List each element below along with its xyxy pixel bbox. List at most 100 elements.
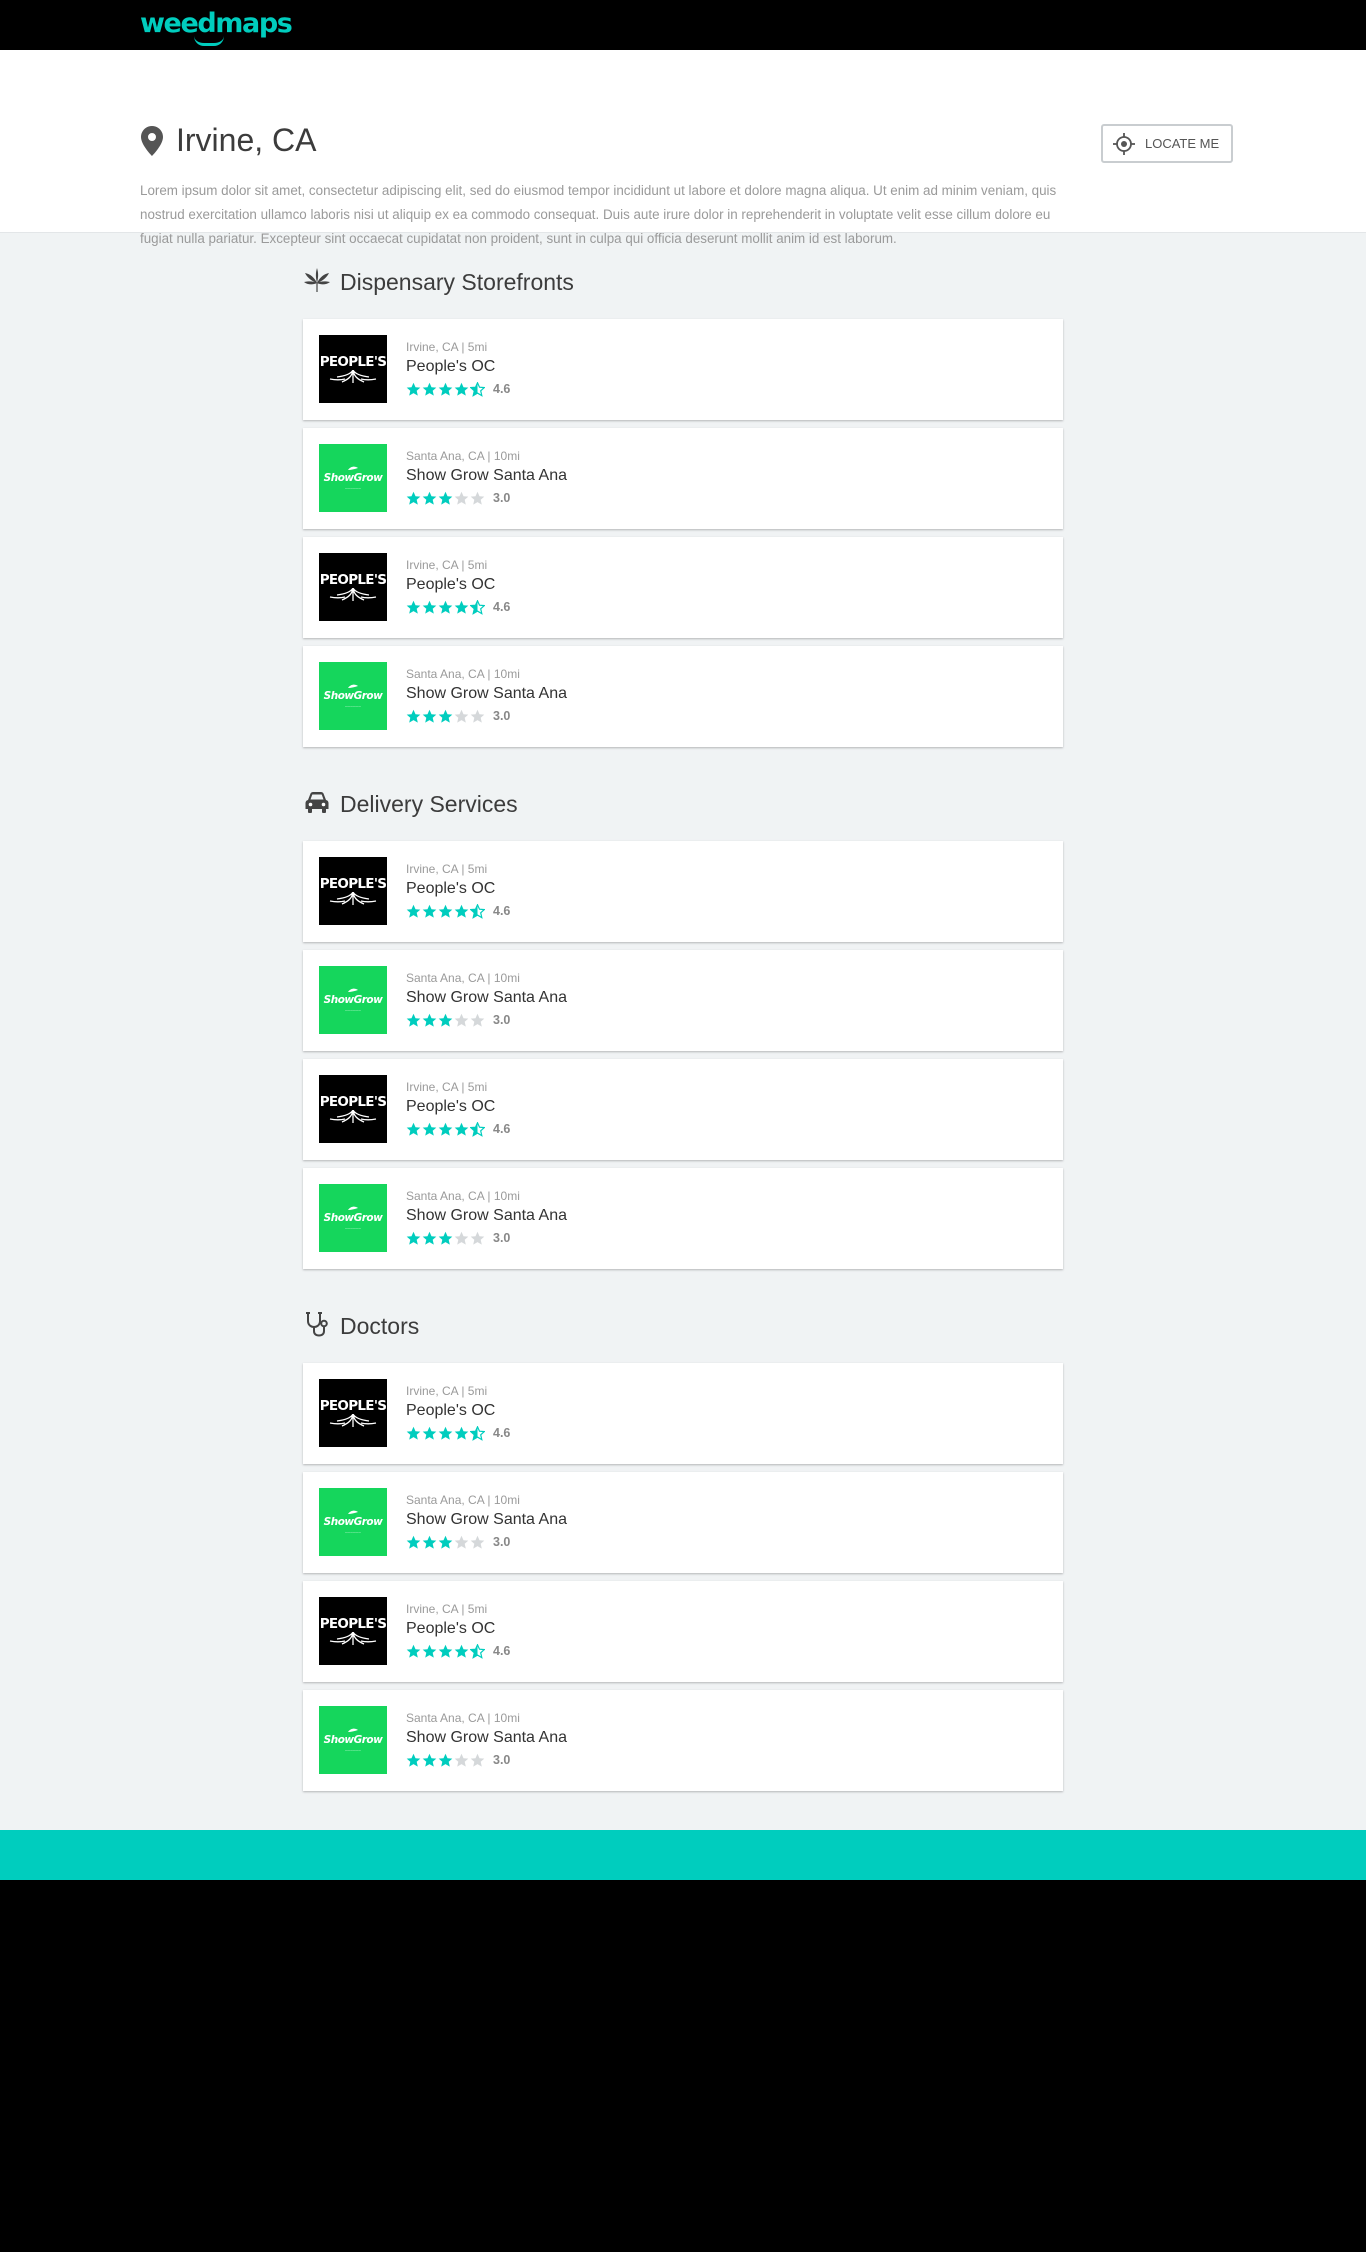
logo-tagline-mark: ──────: [344, 704, 362, 709]
listing-name[interactable]: Show Grow Santa Ana: [406, 1727, 567, 1749]
star-icon: [438, 382, 453, 396]
star-icon: [454, 709, 469, 723]
section-dispensary-storefronts: Dispensary Storefronts PEOPLE'S Irvine, …: [303, 233, 1063, 747]
rating: 3.0: [406, 1011, 567, 1029]
star-icon: [406, 382, 421, 396]
rating: 4.6: [406, 380, 510, 398]
listing-card[interactable]: ShowGrow ────── Santa Ana, CA | 10mi Sho…: [303, 1472, 1063, 1573]
listing-name[interactable]: People's OC: [406, 574, 510, 596]
logo-smile-icon: [194, 36, 224, 46]
listing-card[interactable]: PEOPLE'S Irvine, CA | 5mi People's OC 4.…: [303, 1059, 1063, 1160]
listing-info: Irvine, CA | 5mi People's OC 4.6: [406, 861, 510, 920]
star-icon: [454, 904, 469, 918]
locate-me-button[interactable]: LOCATE ME: [1101, 124, 1233, 163]
listing-card[interactable]: PEOPLE'S Irvine, CA | 5mi People's OC 4.…: [303, 841, 1063, 942]
listing-card[interactable]: PEOPLE'S Irvine, CA | 5mi People's OC 4.…: [303, 319, 1063, 420]
star-icon: [470, 381, 485, 397]
logo-wordmark: ShowGrow: [323, 993, 383, 1006]
star-rating: [406, 1231, 486, 1246]
showgrow-logo: ShowGrow ──────: [319, 1184, 387, 1252]
star-icon: [470, 1231, 485, 1245]
listing-name[interactable]: Show Grow Santa Ana: [406, 1509, 567, 1531]
listing-card[interactable]: PEOPLE'S Irvine, CA | 5mi People's OC 4.…: [303, 537, 1063, 638]
rating: 4.6: [406, 1642, 510, 1660]
listing-info: Irvine, CA | 5mi People's OC 4.6: [406, 557, 510, 616]
listing-card[interactable]: ShowGrow ────── Santa Ana, CA | 10mi Sho…: [303, 950, 1063, 1051]
peoples-logo: PEOPLE'S: [319, 1075, 387, 1143]
listing-card[interactable]: ShowGrow ────── Santa Ana, CA | 10mi Sho…: [303, 428, 1063, 529]
star-icon: [470, 1753, 485, 1767]
logo-wordmark: PEOPLE'S: [319, 1397, 387, 1414]
star-icon: [422, 1426, 437, 1440]
listing-name[interactable]: People's OC: [406, 356, 510, 378]
showgrow-logo: ShowGrow ──────: [319, 1488, 387, 1556]
listing-name[interactable]: People's OC: [406, 1096, 510, 1118]
roots-icon: [329, 587, 377, 601]
star-icon: [438, 1013, 453, 1027]
listing-name[interactable]: People's OC: [406, 878, 510, 900]
listing-name[interactable]: Show Grow Santa Ana: [406, 987, 567, 1009]
listing-location: Irvine, CA | 5mi: [406, 862, 488, 876]
listing-location: Irvine, CA | 5mi: [406, 1080, 488, 1094]
star-rating: [406, 709, 486, 724]
listing-card[interactable]: PEOPLE'S Irvine, CA | 5mi People's OC 4.…: [303, 1581, 1063, 1682]
footer-bottom: [0, 1880, 1366, 2252]
location-description: Lorem ipsum dolor sit amet, consectetur …: [140, 183, 1057, 246]
star-icon: [438, 1535, 453, 1549]
roots-icon: [329, 1413, 377, 1427]
listing-info: Santa Ana, CA | 10mi Show Grow Santa Ana…: [406, 970, 567, 1029]
listing-info: Irvine, CA | 5mi People's OC 4.6: [406, 1383, 510, 1442]
logo-wordmark: ShowGrow: [323, 1211, 383, 1224]
listing-location: Irvine, CA | 5mi: [406, 340, 488, 354]
top-nav-bar: weedmaps: [0, 0, 1366, 50]
rating: 3.0: [406, 707, 567, 725]
star-icon: [470, 903, 485, 919]
listing-name[interactable]: Show Grow Santa Ana: [406, 465, 567, 487]
listing-card[interactable]: ShowGrow ────── Santa Ana, CA | 10mi Sho…: [303, 1690, 1063, 1791]
logo-wordmark: ShowGrow: [323, 1733, 383, 1746]
logo-wordmark: PEOPLE'S: [319, 353, 387, 370]
rating-value: 3.0: [493, 1231, 511, 1245]
star-icon: [422, 1753, 437, 1767]
section-header: Doctors: [303, 1277, 1063, 1363]
star-icon: [422, 491, 437, 505]
star-icon: [422, 1013, 437, 1027]
weedmaps-logo[interactable]: weedmaps: [140, 8, 293, 46]
star-icon: [406, 709, 421, 723]
logo-tagline-mark: ──────: [344, 1530, 362, 1535]
listing-name[interactable]: Show Grow Santa Ana: [406, 1205, 567, 1227]
logo-tagline-mark: ──────: [344, 1008, 362, 1013]
rating-value: 3.0: [493, 1535, 511, 1549]
rating-value: 4.6: [493, 904, 511, 918]
listing-location: Santa Ana, CA | 10mi: [406, 971, 520, 985]
star-icon: [470, 1425, 485, 1441]
rating-value: 3.0: [493, 491, 511, 505]
logo-wordmark: PEOPLE'S: [319, 1093, 387, 1110]
rating-value: 3.0: [493, 1013, 511, 1027]
showgrow-logo: ShowGrow ──────: [319, 966, 387, 1034]
logo-tagline-mark: ──────: [344, 486, 362, 491]
star-icon: [454, 1753, 469, 1767]
star-icon: [438, 1231, 453, 1245]
listing-card[interactable]: PEOPLE'S Irvine, CA | 5mi People's OC 4.…: [303, 1363, 1063, 1464]
star-icon: [438, 904, 453, 918]
section-header: Delivery Services: [303, 755, 1063, 841]
star-icon: [438, 709, 453, 723]
listing-name[interactable]: People's OC: [406, 1400, 510, 1422]
star-rating: [406, 903, 486, 919]
listing-name[interactable]: People's OC: [406, 1618, 510, 1640]
star-icon: [406, 491, 421, 505]
listing-card[interactable]: ShowGrow ────── Santa Ana, CA | 10mi Sho…: [303, 646, 1063, 747]
roots-icon: [329, 891, 377, 905]
rating: 3.0: [406, 489, 567, 507]
listing-location: Santa Ana, CA | 10mi: [406, 1493, 520, 1507]
star-icon: [406, 1535, 421, 1549]
star-icon: [438, 1122, 453, 1136]
rating: 3.0: [406, 1229, 567, 1247]
star-icon: [454, 1231, 469, 1245]
listing-name[interactable]: Show Grow Santa Ana: [406, 683, 567, 705]
rating-value: 3.0: [493, 1753, 511, 1767]
roots-icon: [329, 369, 377, 383]
listing-card[interactable]: ShowGrow ────── Santa Ana, CA | 10mi Sho…: [303, 1168, 1063, 1269]
star-icon: [438, 1644, 453, 1658]
